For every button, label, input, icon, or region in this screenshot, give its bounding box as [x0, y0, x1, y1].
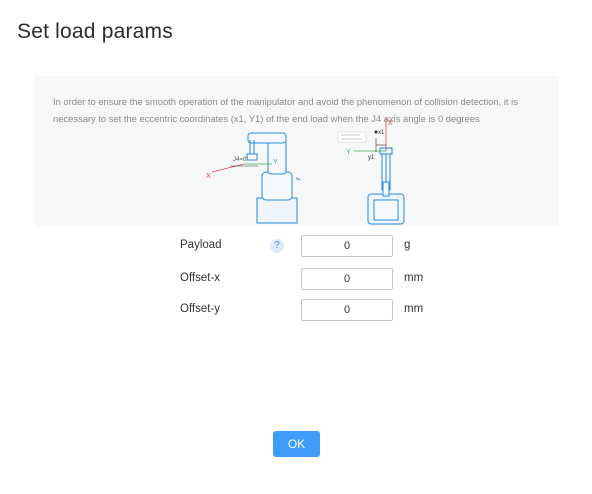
svg-text:y1: y1	[368, 155, 375, 161]
svg-text:x1: x1	[378, 130, 385, 136]
offset-y-label: Offset-y	[180, 303, 221, 315]
help-icon[interactable]: ?	[270, 239, 284, 253]
offset-x-input[interactable]	[301, 268, 393, 290]
robot-side-view	[246, 132, 301, 224]
payload-unit: g	[404, 239, 411, 251]
svg-text:X: X	[206, 173, 211, 180]
ok-button[interactable]: OK	[273, 431, 320, 457]
payload-label: Payload	[180, 239, 222, 251]
offset-x-label: Offset-x	[180, 272, 221, 284]
payload-input[interactable]	[301, 235, 393, 257]
svg-text:X: X	[388, 120, 393, 127]
offset-x-row: Offset-x mm	[0, 268, 592, 292]
info-panel: In order to ensure the smooth operation …	[35, 76, 559, 226]
svg-text:Y: Y	[273, 159, 278, 166]
offset-x-unit: mm	[404, 272, 424, 284]
svg-text:Y: Y	[346, 149, 351, 156]
offset-y-row: Offset-y mm	[0, 299, 592, 323]
svg-text:J4=0°: J4=0°	[233, 157, 249, 163]
robot-arm-illustration: X Y J4=0° X Y x1 y1	[206, 118, 405, 225]
payload-row: Payload ? g	[0, 235, 592, 259]
offset-y-unit: mm	[404, 303, 424, 315]
offset-y-input[interactable]	[301, 299, 393, 321]
dialog-title: Set load params	[17, 20, 173, 43]
